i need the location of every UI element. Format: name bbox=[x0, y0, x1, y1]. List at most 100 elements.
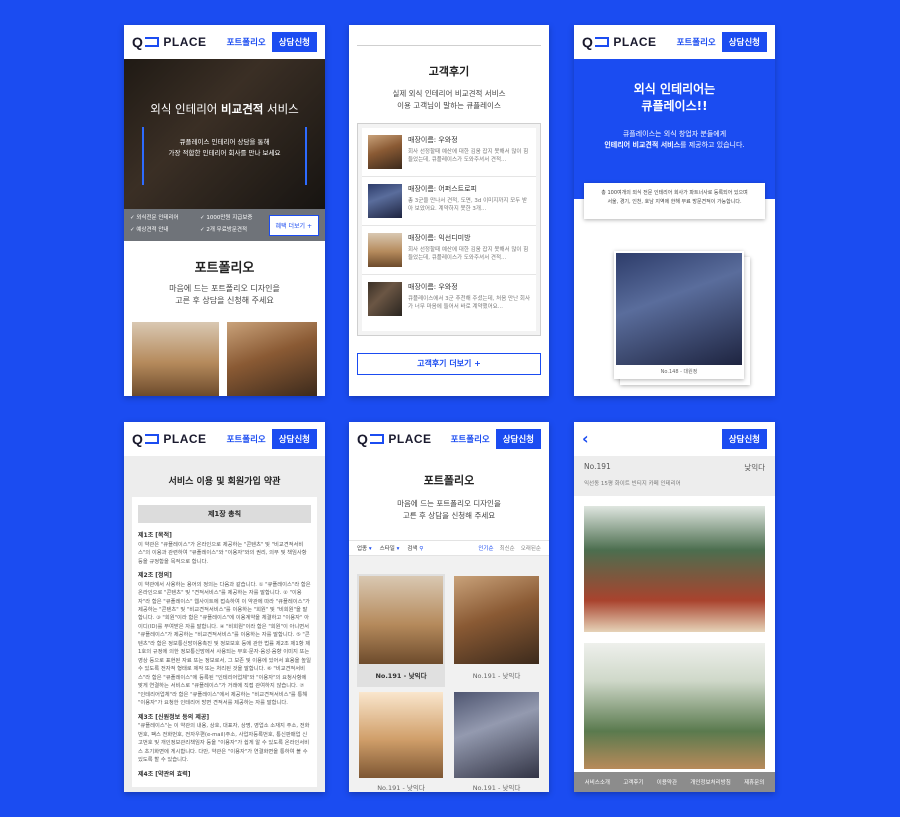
header: Q PLACE 포트폴리오 상담신청 bbox=[124, 25, 325, 59]
portfolio-card[interactable]: No.191 - 낮익다 bbox=[452, 690, 541, 792]
header: Q PLACE 포트폴리오 상담신청 bbox=[124, 422, 325, 456]
about-hero: 외식 인테리어는 큐플레이스!! 큐플레이스는 외식 창업자 분들에게 인테리어 비… bbox=[574, 59, 775, 199]
portfolio-thumb bbox=[359, 576, 443, 664]
photo-caption: No.148 - 대원정 bbox=[660, 369, 698, 375]
header: Q PLACE 포트폴리오 상담신청 bbox=[349, 422, 549, 456]
portfolio-caption: No.191 - 낮익다 bbox=[375, 672, 427, 680]
screen-terms: Q PLACE 포트폴리오 상담신청 서비스 이용 및 회원가입 약관 제1장 총… bbox=[124, 422, 325, 792]
chevron-down-icon: ▾ bbox=[368, 546, 372, 552]
benefit-item: ✓ 2개 무료방문견적 bbox=[200, 227, 248, 233]
footer-link[interactable]: 이용약관 bbox=[657, 778, 677, 786]
filter-style[interactable]: 스타일 ▾ bbox=[380, 544, 400, 552]
sort-oldest[interactable]: 오래된순 bbox=[521, 544, 541, 552]
portfolio-desc: 마음에 드는 포트폴리오 디자인을 고른 후 상담을 신청해 주세요 bbox=[169, 284, 280, 306]
consult-button[interactable]: 상담신청 bbox=[721, 429, 767, 449]
photo-card[interactable]: No.148 - 대원정 bbox=[614, 251, 744, 379]
review-item[interactable]: 매장이름: 어퍼스트로피 총 3군을 만나서 견적, 도면, 3d 이미지까지 모… bbox=[362, 177, 536, 226]
screen-home: Q PLACE 포트폴리오 상담신청 외식 인테리어 비교견적 서비스 큐플레이스… bbox=[124, 25, 325, 396]
portfolio-grid: No.191 - 낮익다 No.191 - 낮익다 No.191 - 낮익다 N… bbox=[349, 556, 549, 792]
portfolio-caption: No.191 - 낮익다 bbox=[472, 784, 521, 792]
review-thumb bbox=[368, 282, 402, 316]
terms-area: 서비스 이용 및 회원가입 약관 제1장 총칙 제1조 [목적] 이 약관은 "… bbox=[124, 456, 325, 792]
portfolio-thumb bbox=[359, 692, 443, 778]
portfolio-card[interactable]: No.191 - 낮익다 bbox=[357, 574, 445, 687]
logo[interactable]: Q PLACE bbox=[132, 431, 207, 447]
terms-text: 제1조 [목적] 이 약관은 "큐플레이스"가 온라인으로 제공하는 "콘텐츠"… bbox=[138, 532, 311, 778]
logo[interactable]: Q PLACE bbox=[582, 34, 657, 50]
screen-portfolio-detail: ‹ 상담신청 No.191 낮익다 익선동 15평 화이트 빈티지 카페 인테리어… bbox=[574, 422, 775, 792]
about-desc: 큐플레이스는 외식 창업자 분들에게 인테리어 비교견적 서비스를 제공하고 있습… bbox=[604, 129, 745, 150]
detail-name: 낮익다 bbox=[744, 463, 765, 472]
hero-image: 외식 인테리어 비교견적 서비스 큐플레이스 인테리어 상담을 통해 가장 적합한… bbox=[124, 59, 325, 209]
nav-portfolio-link[interactable]: 포트폴리오 bbox=[227, 433, 266, 445]
detail-photo bbox=[584, 506, 765, 632]
back-arrow-icon[interactable]: ‹ bbox=[582, 431, 589, 447]
about-info-box: 총 100여개의 외식 전문 인테리어 회사가 파트너사로 등록되어 있으며 서울… bbox=[584, 183, 765, 219]
terms-panel[interactable]: 제1장 총칙 제1조 [목적] 이 약관은 "큐플레이스"가 온라인으로 제공하… bbox=[132, 497, 317, 787]
nav-portfolio-link[interactable]: 포트폴리오 bbox=[227, 36, 266, 48]
review-item[interactable]: 매장이름: 우와정 큐플레이스에서 3군 추천해 주셨는데, 처음 만난 회사가 … bbox=[362, 275, 536, 323]
nav-portfolio-link[interactable]: 포트폴리오 bbox=[677, 36, 716, 48]
review-thumb bbox=[368, 233, 402, 267]
filter-bar: 업종 ▾ 스타일 ▾ 검색 ⚲ 인기순 최신순 오래된순 bbox=[349, 540, 549, 556]
portfolio-card[interactable]: No.191 - 낮익다 bbox=[452, 574, 541, 687]
interior-photo bbox=[616, 253, 742, 365]
search-icon: ⚲ bbox=[419, 546, 424, 552]
filter-search[interactable]: 검색 ⚲ bbox=[407, 544, 423, 552]
benefit-item: ✓ 1000만원 지급보증 bbox=[200, 215, 253, 221]
consult-button[interactable]: 상담신청 bbox=[495, 429, 541, 449]
detail-subtitle: 익선동 15평 화이트 빈티지 카페 인테리어 bbox=[584, 481, 681, 487]
portfolio-thumb bbox=[454, 576, 539, 664]
sort-latest[interactable]: 최신순 bbox=[500, 544, 515, 552]
sort-popular[interactable]: 인기순 bbox=[478, 544, 493, 552]
consult-button[interactable]: 상담신청 bbox=[271, 32, 317, 52]
header: Q PLACE 포트폴리오 상담신청 bbox=[574, 25, 775, 59]
portfolio-title: 포트폴리오 bbox=[194, 261, 255, 276]
terms-chapter: 제1장 총칙 bbox=[138, 505, 311, 523]
benefit-more-button[interactable]: 혜택 더보기 + bbox=[268, 215, 319, 236]
chevron-down-icon: ▾ bbox=[396, 546, 400, 552]
reviews-desc: 실제 외식 인테리어 비교견적 서비스 이용 고객님이 말하는 큐플레이스 bbox=[392, 89, 506, 110]
benefit-item: ✓ 외식전문 인테리어 bbox=[130, 215, 179, 221]
reviews-more-button[interactable]: 고객후기 더보기 + bbox=[357, 353, 541, 375]
footer-link[interactable]: 개인정보처리방침 bbox=[690, 778, 730, 786]
benefit-bar: ✓ 외식전문 인테리어 ✓ 1000만원 지급보증 ✓ 예상견적 안내 ✓ 2개… bbox=[124, 209, 325, 241]
filter-category[interactable]: 업종 ▾ bbox=[357, 544, 372, 552]
nav-portfolio-link[interactable]: 포트폴리오 bbox=[451, 433, 490, 445]
portfolio-card[interactable]: No.191 - 낮익다 bbox=[357, 690, 445, 792]
footer-link[interactable]: 서비스소개 bbox=[585, 778, 610, 786]
review-list: 매장이름: 우와정 회사 선정할때 예산에 대한 김움 잡지 못해서 많이 힘들었… bbox=[357, 123, 541, 336]
header: ‹ 상담신청 bbox=[574, 422, 775, 456]
detail-photo bbox=[584, 643, 765, 769]
consult-button[interactable]: 상담신청 bbox=[271, 429, 317, 449]
portfolio-title: 포트폴리오 bbox=[423, 474, 475, 487]
logo[interactable]: Q PLACE bbox=[357, 431, 432, 447]
detail-header: No.191 낮익다 익선동 15평 화이트 빈티지 카페 인테리어 bbox=[574, 456, 775, 496]
logo[interactable]: Q PLACE bbox=[132, 34, 207, 50]
screen-about: Q PLACE 포트폴리오 상담신청 외식 인테리어는 큐플레이스!! 큐플레이스는… bbox=[574, 25, 775, 396]
screen-reviews: 고객후기 실제 외식 인테리어 비교견적 서비스 이용 고객님이 말하는 큐플레이… bbox=[349, 25, 549, 396]
hero-desc: 큐플레이스 인테리어 상담을 통해 가장 적합한 인테리어 회사를 만나 보세요 bbox=[168, 138, 281, 158]
detail-number: No.191 bbox=[584, 462, 611, 471]
reviews-title: 고객후기 bbox=[428, 65, 470, 78]
portfolio-caption: No.191 - 낮익다 bbox=[472, 672, 521, 680]
portfolio-thumb bbox=[454, 692, 539, 778]
review-thumb bbox=[368, 135, 402, 169]
portfolio-thumb[interactable] bbox=[227, 322, 317, 396]
footer-link[interactable]: 고객후기 bbox=[623, 778, 643, 786]
hero-title: 외식 인테리어 비교견적 서비스 bbox=[150, 102, 299, 116]
portfolio-thumb[interactable] bbox=[132, 322, 219, 396]
footer-link[interactable]: 제휴문의 bbox=[744, 778, 764, 786]
about-title: 외식 인테리어는 큐플레이스!! bbox=[633, 82, 716, 113]
review-item[interactable]: 매장이름: 우와정 회사 선정할때 예산에 대한 김움 잡지 못해서 많이 힘들었… bbox=[362, 128, 536, 177]
consult-button[interactable]: 상담신청 bbox=[721, 32, 767, 52]
review-thumb bbox=[368, 184, 402, 218]
terms-title: 서비스 이용 및 회원가입 약관 bbox=[168, 477, 281, 487]
screen-portfolio: Q PLACE 포트폴리오 상담신청 포트폴리오 마음에 드는 포트폴리오 디자인… bbox=[349, 422, 549, 792]
footer-nav: 서비스소개 고객후기 이용약관 개인정보처리방침 제휴문의 bbox=[574, 772, 775, 792]
portfolio-caption: No.191 - 낮익다 bbox=[377, 784, 425, 792]
divider bbox=[357, 45, 541, 46]
benefit-item: ✓ 예상견적 안내 bbox=[130, 227, 169, 233]
review-item[interactable]: 매장이름: 익선디미방 회사 선정할때 예산에 대한 김움 잡지 못해서 많이 힘… bbox=[362, 226, 536, 275]
portfolio-desc: 마음에 드는 포트폴리오 디자인을 고른 후 상담을 신청해 주세요 bbox=[397, 499, 501, 520]
